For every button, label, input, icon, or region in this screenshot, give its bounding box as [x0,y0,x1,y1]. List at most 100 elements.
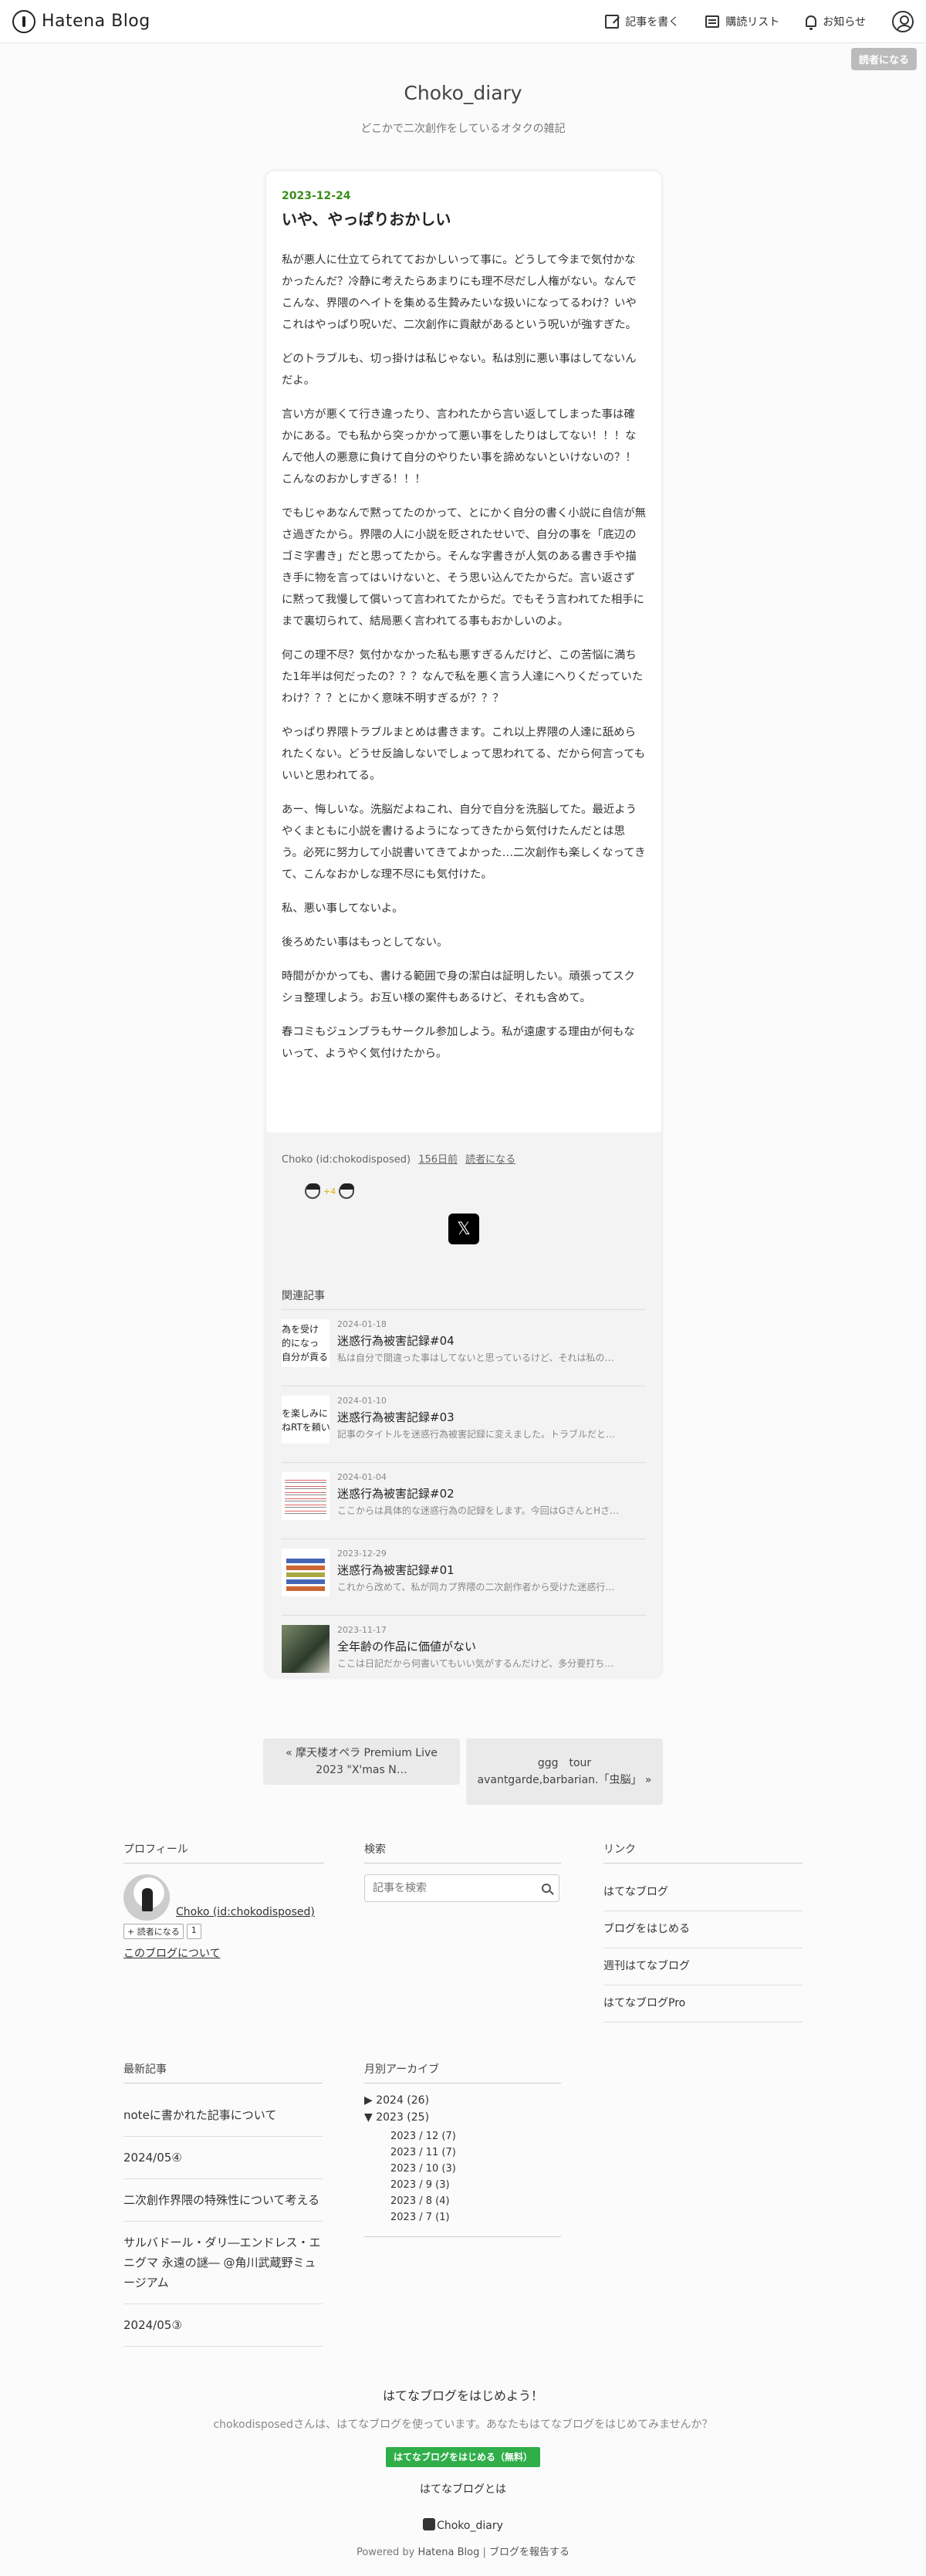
related-title[interactable]: 迷惑行為被害記録#04 [337,1332,646,1349]
search-input[interactable] [373,1882,542,1894]
archive-month[interactable]: 2023 / 11 (7) [390,2144,561,2161]
related-title[interactable]: 迷惑行為被害記録#01 [337,1562,646,1578]
related-entry[interactable]: 2023-11-17 全年齢の作品に価値がない ここは日記だから何書いてもいい気… [282,1616,646,1677]
archive-year-2024[interactable]: ▶ 2024 (26) [364,2094,561,2107]
link-start-blog[interactable]: ブログをはじめる [603,1911,803,1948]
hatena-blog-link[interactable]: Hatena Blog [417,2547,479,2558]
blog-title[interactable]: Choko_diary [0,82,926,104]
x-share-icon[interactable]: 𝕏 [448,1214,479,1244]
link-weekly-hatena[interactable]: 週刊はてなブログ [603,1948,803,1985]
star-user-icon[interactable] [305,1183,320,1199]
archive-month[interactable]: 2023 / 12 (7) [390,2128,561,2144]
next-entry-link[interactable]: ggg tour avantgarde,barbarian.「虫脳」 » [466,1738,663,1805]
thumbnail-screenshot [286,1556,325,1593]
star-user-icon[interactable] [339,1183,355,1199]
recent-entries-module: 最新記事 noteに書かれた記事について 2024/05④ 二次創作界隈の特殊性… [123,2061,323,2347]
entry-paragraph: 春コミもジュンブラもサークル参加しよう。私が遠慮する理由が何もないって、ようやく… [282,1026,635,1060]
related-snippet: 私は自分で間違った事はしてないと思っているけど、それは私の… [337,1352,614,1363]
logo-text: Hatena Blog [42,12,150,31]
profile-module: プロフィール Choko (id:chokodisposed) + 読者になる … [123,1841,324,1961]
about-hatena-link[interactable]: はてなブログとは [0,2481,926,2496]
related-entry[interactable]: 2024-01-04 迷惑行為被害記録#02 ここからは具体的な迷惑行為の記録を… [282,1463,646,1539]
related-entries: 為を受け 的になっ 自分が貢る 2024-01-18 迷惑行為被害記録#04 私… [282,1310,646,1677]
recent-entry[interactable]: 二次創作界隈の特殊性について考える [123,2179,323,2222]
related-title[interactable]: 迷惑行為被害記録#02 [337,1485,646,1501]
footer-blog-name: Choko_diary [437,2520,503,2532]
related-date: 2024-01-04 [337,1472,387,1482]
entry-permalink[interactable]: 156日前 [418,1154,458,1166]
related-title[interactable]: 迷惑行為被害記録#03 [337,1409,646,1425]
header-menu: 記事を書く 購読リスト お知らせ [605,10,914,32]
entry-paragraph: やっぱり界隈トラブルまとめは書きます。これ以上界隈の人達に舐められたくない。どう… [282,726,646,782]
footer-blog-link[interactable]: Choko_diary [0,2518,926,2532]
author-name[interactable]: Choko (id:chokodisposed) [282,1154,411,1166]
notifications-label: お知らせ [823,15,866,29]
blog-description: どこかで二次創作をしているオタクの雑記 [360,123,566,135]
prev-entry-link[interactable]: « 摩天楼オペラ Premium Live 2023 "X'mas N… [263,1738,460,1785]
reader-list-label: 購読リスト [725,15,780,29]
related-thumbnail[interactable] [282,1625,330,1673]
hatena-blog-logo[interactable]: Hatena Blog [12,9,150,33]
write-entry-button[interactable]: 記事を書く [605,14,679,29]
hatena-stars[interactable]: +4 [305,1180,646,1203]
entry-content: 私が悪人に仕立てられてておかしいって事に。どうして今まで気付かなかったんだ？冷静… [282,249,646,1065]
star-count[interactable]: +4 [323,1186,336,1197]
bell-icon [806,15,817,30]
recent-entry[interactable]: 2024/05④ [123,2137,323,2179]
archive-title: 月別アーカイブ [364,2061,561,2083]
author-line: Choko (id:chokodisposed) 156日前 読者になる [282,1151,646,1166]
archive-year-2023[interactable]: ▼ 2023 (25) [364,2111,561,2124]
entry-paragraph: 私、悪い事してないよ。 [282,902,404,915]
thumbnail-screenshot [285,1477,326,1515]
write-entry-label: 記事を書く [625,15,680,29]
related-thumbnail[interactable] [282,1549,330,1596]
about-blog-link[interactable]: このブログについて [123,1945,324,1961]
archive-month[interactable]: 2023 / 10 (3) [390,2161,561,2177]
recent-entry[interactable]: サルバドール・ダリ―エンドレス・エニグマ 永遠の謎― @角川武蔵野ミュージアム [123,2222,323,2304]
related-thumbnail[interactable] [282,1472,330,1520]
profile-subscribe-button[interactable]: + 読者になる [123,1924,184,1939]
links-title: リンク [603,1841,803,1863]
footer-subscribe-link[interactable]: 読者になる [465,1154,515,1166]
archive-month[interactable]: 2023 / 8 (4) [390,2193,561,2209]
links-module: リンク はてなブログ ブログをはじめる 週刊はてなブログ はてなブログPro [603,1841,803,2023]
related-entry[interactable]: 2023-12-29 迷惑行為被害記録#01 これから改めて、私が同カプ界隈の二… [282,1539,646,1616]
profile-title: プロフィール [123,1841,324,1863]
entry-date[interactable]: 2023-12-24 [282,190,646,202]
subscribe-button[interactable]: 読者になる [850,48,917,70]
reader-list-button[interactable]: 購読リスト [705,14,779,29]
related-thumbnail[interactable]: を楽しみに ねRTを頼い [282,1396,330,1444]
entry-title[interactable]: いや、やっぱりおかしい [282,207,646,229]
entry-paragraph: どのトラブルも、切っ掛けは私じゃない。私は別に悪い事はしてないんだよ。 [282,353,637,387]
user-menu-button[interactable] [892,10,914,32]
start-blog-button[interactable]: はてなブログをはじめる（無料） [386,2447,540,2467]
related-thumbnail[interactable]: 為を受け 的になっ 自分が貢る [282,1319,330,1367]
profile-name[interactable]: Choko (id:chokodisposed) [176,1906,315,1918]
archive-month[interactable]: 2023 / 7 (1) [390,2209,561,2226]
recent-entry[interactable]: noteに書かれた記事について [123,2094,323,2137]
link-hatena-blog[interactable]: はてなブログ [603,1874,803,1911]
search-module: 検索 [364,1841,561,1902]
hatena-logo-icon [12,9,35,33]
entry-paragraph: 言い方が悪くて行き違ったり、言われたから言い返してしまった事は確かにある。でも私… [282,408,637,486]
related-snippet: ここからは具体的な迷惑行為の記録をします。今回はGさんとHさ… [337,1505,620,1516]
link-hatena-pro[interactable]: はてなブログPro [603,1985,803,2023]
related-entry[interactable]: 為を受け 的になっ 自分が貢る 2024-01-18 迷惑行為被害記録#04 私… [282,1310,646,1386]
related-snippet: 記事のタイトルを迷惑行為被害記録に変えました。トラブルだと… [337,1429,616,1440]
footer-message: chokodisposedさんは、はてなブログを使っています。あなたもはてなブロ… [213,2419,713,2431]
avatar[interactable] [123,1874,170,1921]
reader-count[interactable]: 1 [186,1924,201,1939]
report-blog-link[interactable]: ブログを報告する [489,2547,569,2558]
archive-module: 月別アーカイブ ▶ 2024 (26) ▼ 2023 (25) 2023 / 1… [364,2061,561,2237]
related-entries-title: 関連記事 [282,1288,646,1310]
related-entry[interactable]: を楽しみに ねRTを頼い 2024-01-10 迷惑行為被害記録#03 記事のタ… [282,1386,646,1463]
related-title[interactable]: 全年齢の作品に価値がない [337,1638,646,1654]
recent-entry[interactable]: 2024/05③ [123,2304,323,2347]
user-icon [892,10,914,32]
search-icon[interactable] [542,1884,551,1893]
archive-month[interactable]: 2023 / 9 (3) [390,2177,561,2193]
powered-by: Powered by Hatena Blog | ブログを報告する [0,2544,926,2558]
notifications-button[interactable]: お知らせ [806,14,866,30]
profile-subscribe-label: 読者になる [137,1927,180,1937]
entry-footer: Choko (id:chokodisposed) 156日前 読者になる +4 … [266,1132,661,1677]
